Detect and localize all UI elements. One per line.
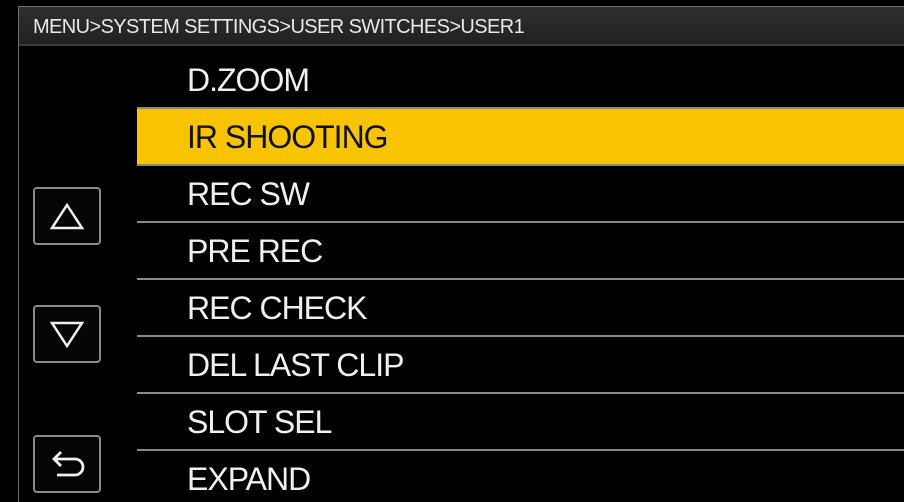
back-button[interactable] <box>33 435 101 493</box>
scroll-down-button[interactable] <box>33 305 101 363</box>
menu-screen: MENU>SYSTEM SETTINGS>USER SWITCHES>USER1… <box>18 6 904 502</box>
menu-item-del-last-clip[interactable]: DEL LAST CLIP <box>137 337 904 394</box>
down-triangle-icon <box>49 321 85 349</box>
menu-list: D.ZOOM IR SHOOTING REC SW PRE REC REC CH… <box>137 52 904 502</box>
scroll-up-button[interactable] <box>33 187 101 245</box>
menu-item-rec-check[interactable]: REC CHECK <box>137 280 904 337</box>
menu-item-ir-shooting[interactable]: IR SHOOTING <box>137 109 904 166</box>
menu-item-slot-sel[interactable]: SLOT SEL <box>137 394 904 451</box>
menu-item-expand[interactable]: EXPAND <box>137 451 904 502</box>
menu-item-d-zoom[interactable]: D.ZOOM <box>137 52 904 109</box>
return-arrow-icon <box>52 451 85 477</box>
menu-item-rec-sw[interactable]: REC SW <box>137 166 904 223</box>
menu-item-pre-rec[interactable]: PRE REC <box>137 223 904 280</box>
up-triangle-icon <box>49 202 85 230</box>
breadcrumb: MENU>SYSTEM SETTINGS>USER SWITCHES>USER1 <box>19 7 904 46</box>
